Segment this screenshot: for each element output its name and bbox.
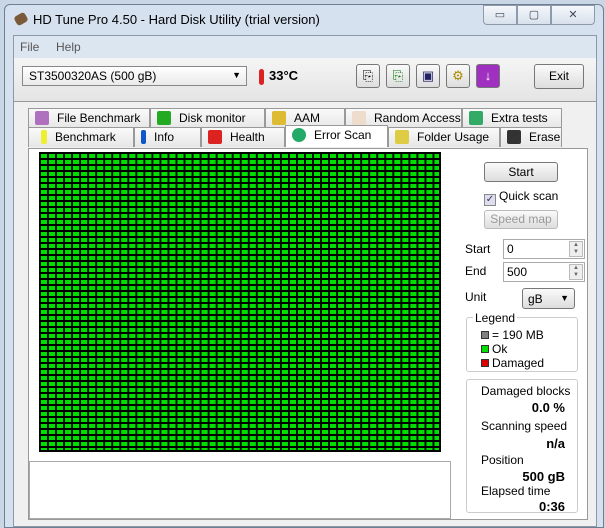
gray-swatch xyxy=(481,331,489,339)
end-label: End xyxy=(465,264,487,278)
title-text: HD Tune Pro 4.50 - Hard Disk Utility (tr… xyxy=(33,12,320,27)
app-icon xyxy=(13,11,29,27)
speaker-icon xyxy=(272,111,286,125)
log-area xyxy=(29,461,451,519)
floppy-icon: ▣ xyxy=(421,68,435,83)
legend-box: Legend = 190 MB Ok Damaged xyxy=(466,311,578,372)
arrow-down-icon: ↓ xyxy=(484,68,492,83)
unit-select[interactable]: gB ▼ xyxy=(522,288,575,309)
unit-label: Unit xyxy=(465,290,487,304)
health-cross-icon xyxy=(208,130,222,144)
tab-file-benchmark[interactable]: File Benchmark xyxy=(28,108,150,128)
start-input[interactable]: 0 ▲ ▼ xyxy=(503,239,585,259)
start-button[interactable]: Start xyxy=(484,162,558,182)
position-value: 500 gB xyxy=(522,469,565,484)
unit-value: gB xyxy=(528,292,543,306)
scanning-speed-value: n/a xyxy=(546,436,565,451)
stats-box: Damaged blocks 0.0 % Scanning speed n/a … xyxy=(466,379,578,514)
close-button[interactable]: ✕ xyxy=(551,5,595,25)
chevron-down-icon: ▼ xyxy=(232,70,241,80)
red-swatch xyxy=(481,359,489,367)
elapsed-time-value: 0:36 xyxy=(538,499,565,514)
menu-help[interactable]: Help xyxy=(56,40,81,54)
position-label: Position xyxy=(481,453,524,467)
copy-screenshot-button[interactable]: ⎘ xyxy=(386,64,410,88)
spinner-icon[interactable]: ▲ ▼ xyxy=(569,264,583,280)
copy-image-icon: ⎘ xyxy=(392,68,404,83)
scatter-icon xyxy=(352,111,366,125)
extra-tests-icon xyxy=(469,111,483,125)
checkmark-icon: ✓ xyxy=(484,194,496,206)
speed-map-button[interactable]: Speed map xyxy=(484,210,558,229)
bar-chart-icon xyxy=(157,111,171,125)
green-swatch xyxy=(481,345,489,353)
temperature-value: 33°C xyxy=(269,68,299,83)
magnifier-icon xyxy=(292,128,306,142)
tab-erase[interactable]: Erase xyxy=(500,127,562,147)
drive-select[interactable]: ST3500320AS (500 gB) ▼ xyxy=(22,66,247,86)
thermometer-icon xyxy=(259,68,264,85)
spinner-icon[interactable]: ▲ ▼ xyxy=(569,241,583,257)
trash-icon xyxy=(507,130,521,144)
download-button[interactable]: ↓ xyxy=(476,64,500,88)
legend-title: Legend xyxy=(473,311,518,325)
copy-icon: ⎘ xyxy=(362,68,374,83)
file-benchmark-icon xyxy=(35,111,49,125)
quick-scan-checkbox[interactable]: ✓ Quick scan xyxy=(484,189,558,206)
legend-block-size: = 190 MB xyxy=(481,328,544,342)
gears-icon: ⚙ xyxy=(452,68,464,83)
error-scan-panel: Start ✓ Quick scan Speed map Start 0 ▲ ▼ En… xyxy=(28,148,588,520)
window-title: HD Tune Pro 4.50 - Hard Disk Utility (tr… xyxy=(13,11,320,27)
drive-value: ST3500320AS (500 gB) xyxy=(29,69,157,83)
temperature: 33°C xyxy=(259,68,298,85)
damaged-blocks-label: Damaged blocks xyxy=(481,384,571,398)
copy-info-button[interactable]: ⎘ xyxy=(356,64,380,88)
lightbulb-icon xyxy=(41,130,47,144)
options-button[interactable]: ⚙ xyxy=(446,64,470,88)
menu-file[interactable]: File xyxy=(20,40,39,54)
tab-health[interactable]: Health xyxy=(201,127,285,147)
tab-folder-usage[interactable]: Folder Usage xyxy=(388,127,500,147)
menu-bar: File Help xyxy=(14,36,596,58)
chevron-down-icon: ▼ xyxy=(560,293,569,303)
legend-ok: Ok xyxy=(481,342,507,356)
folder-icon xyxy=(395,130,409,144)
start-value: 0 xyxy=(507,242,514,256)
legend-damaged: Damaged xyxy=(481,356,544,370)
tab-info[interactable]: Info xyxy=(134,127,201,147)
info-icon xyxy=(141,130,146,144)
app-window: HD Tune Pro 4.50 - Hard Disk Utility (tr… xyxy=(4,4,604,528)
exit-button[interactable]: Exit xyxy=(534,64,584,89)
start-label: Start xyxy=(465,242,491,256)
maximize-button[interactable]: ▢ xyxy=(517,5,551,25)
minimize-button[interactable]: ▭ xyxy=(483,5,517,25)
end-value: 500 xyxy=(507,265,528,279)
tab-extra-tests[interactable]: Extra tests xyxy=(462,108,562,128)
tab-error-scan[interactable]: Error Scan xyxy=(285,125,388,147)
end-input[interactable]: 500 ▲ ▼ xyxy=(503,262,585,282)
save-button[interactable]: ▣ xyxy=(416,64,440,88)
scan-block-map xyxy=(39,152,441,452)
damaged-blocks-value: 0.0 % xyxy=(531,400,565,415)
toolbar: ST3500320AS (500 gB) ▼ 33°C ⎘ ⎘ ▣ ⚙ ↓ Exi… xyxy=(14,58,596,102)
quick-scan-label: Quick scan xyxy=(499,189,559,203)
tab-benchmark[interactable]: Benchmark xyxy=(28,127,134,147)
scanning-speed-label: Scanning speed xyxy=(481,419,568,433)
elapsed-time-label: Elapsed time xyxy=(481,484,551,498)
tab-disk-monitor[interactable]: Disk monitor xyxy=(150,108,265,128)
